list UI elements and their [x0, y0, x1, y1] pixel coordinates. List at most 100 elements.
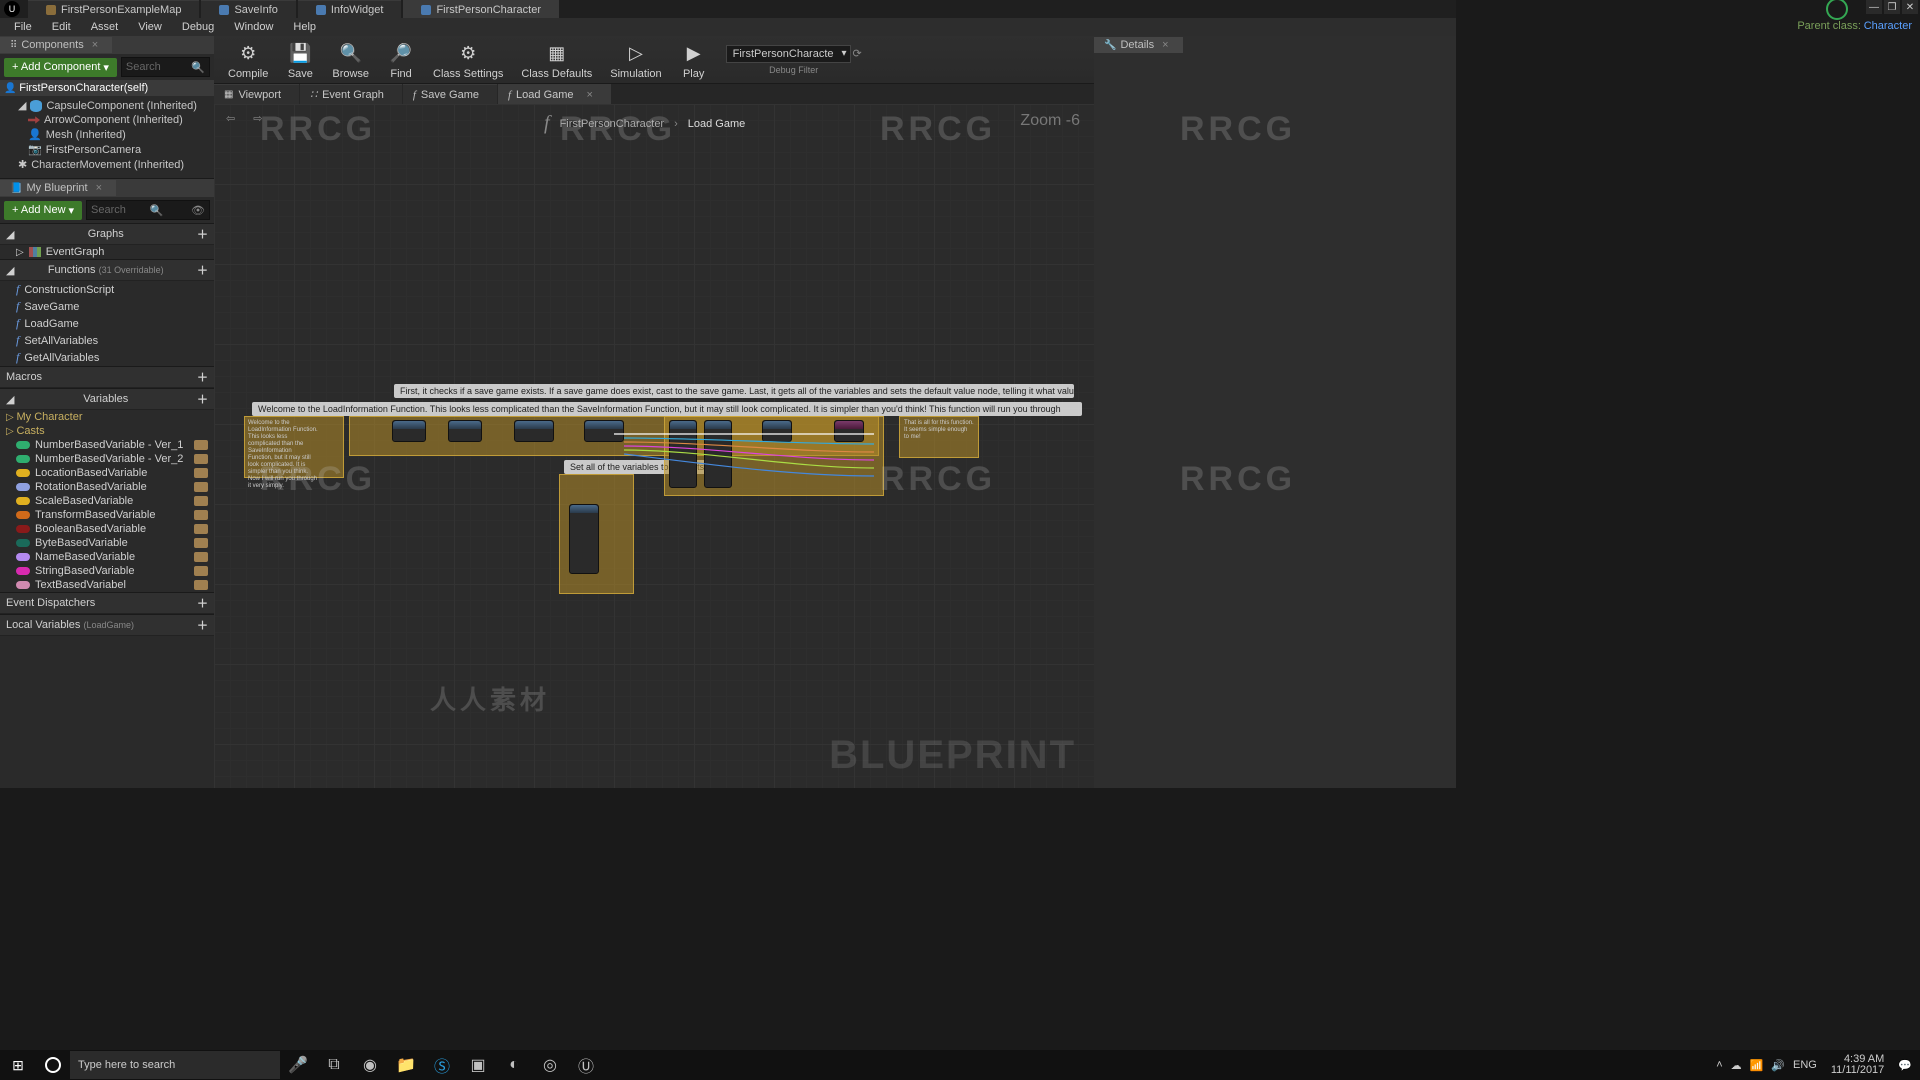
- section-functions[interactable]: ◢Functions (31 Overridable)＋: [0, 259, 214, 281]
- variable-item[interactable]: StringBasedVariable: [0, 564, 214, 578]
- section-locals[interactable]: Local Variables (LoadGame)＋: [0, 614, 214, 636]
- variable-item[interactable]: NameBasedVariable: [0, 550, 214, 564]
- task-epic[interactable]: ▣: [460, 1050, 496, 1080]
- notifications-icon[interactable]: 💬: [1898, 1059, 1912, 1072]
- variable-item[interactable]: NumberBasedVariable - Ver_2: [0, 452, 214, 466]
- bp-node[interactable]: [569, 504, 599, 574]
- section-variables[interactable]: ◢Variables＋: [0, 388, 214, 410]
- bp-node[interactable]: [514, 420, 554, 442]
- edit-icon[interactable]: [194, 440, 208, 450]
- add-icon[interactable]: ＋: [197, 595, 208, 611]
- menu-window[interactable]: Window: [226, 20, 281, 34]
- task-steam[interactable]: ◐: [496, 1050, 532, 1080]
- toolbar-class-settings-button[interactable]: ⚙Class Settings: [425, 37, 511, 82]
- blueprint-search-input[interactable]: Search🔍👁: [86, 200, 210, 220]
- variable-item[interactable]: BooleanBasedVariable: [0, 522, 214, 536]
- fn-loadgame[interactable]: fLoadGame: [0, 315, 214, 332]
- variable-item[interactable]: NumberBasedVariable - Ver_1: [0, 438, 214, 452]
- fn-setallvariables[interactable]: fSetAllVariables: [0, 332, 214, 349]
- edit-icon[interactable]: [194, 496, 208, 506]
- task-explorer[interactable]: 📁: [388, 1050, 424, 1080]
- menu-edit[interactable]: Edit: [44, 20, 79, 34]
- close-button[interactable]: ✕: [1902, 0, 1918, 14]
- graph-eventgraph[interactable]: ▷ EventGraph: [0, 245, 214, 259]
- toolbar-find-button[interactable]: 🔎Find: [379, 37, 423, 82]
- fn-getallvariables[interactable]: fGetAllVariables: [0, 349, 214, 366]
- edit-icon[interactable]: [194, 454, 208, 464]
- cortana-button[interactable]: [36, 1050, 70, 1080]
- variable-item[interactable]: RotationBasedVariable: [0, 480, 214, 494]
- menu-view[interactable]: View: [130, 20, 170, 34]
- bp-node[interactable]: [762, 420, 792, 442]
- close-icon[interactable]: ×: [92, 182, 106, 194]
- add-icon[interactable]: ＋: [197, 369, 208, 385]
- edit-icon[interactable]: [194, 510, 208, 520]
- taskbar-search-input[interactable]: Type here to search: [70, 1051, 280, 1079]
- task-unreal[interactable]: Ⓤ: [568, 1050, 604, 1080]
- task-view-button[interactable]: ⧉: [316, 1050, 352, 1080]
- section-graphs[interactable]: ◢Graphs＋: [0, 223, 214, 245]
- tab-viewport[interactable]: ▦ Viewport: [214, 84, 299, 104]
- tab-loadgame[interactable]: fLoad Game×: [498, 84, 611, 104]
- menu-help[interactable]: Help: [285, 20, 324, 34]
- tray-volume-icon[interactable]: 🔊: [1771, 1059, 1785, 1072]
- components-tab[interactable]: ⠿ Components×: [0, 37, 112, 53]
- edit-icon[interactable]: [194, 468, 208, 478]
- vargroup-mycharacter[interactable]: ▷ My Character: [0, 410, 214, 424]
- fn-constructionscript[interactable]: fConstructionScript: [0, 281, 214, 298]
- close-icon[interactable]: ×: [88, 39, 102, 51]
- start-button[interactable]: ⊞: [0, 1050, 36, 1080]
- variable-item[interactable]: TransformBasedVariable: [0, 508, 214, 522]
- tray-lang-icon[interactable]: ENG: [1793, 1059, 1817, 1071]
- toolbar-class-defaults-button[interactable]: ▦Class Defaults: [513, 37, 600, 82]
- task-skype[interactable]: Ⓢ: [424, 1050, 460, 1080]
- edit-icon[interactable]: [194, 566, 208, 576]
- minimize-button[interactable]: —: [1866, 0, 1882, 14]
- comment-node[interactable]: First, it checks if a save game exists. …: [394, 384, 1074, 398]
- toolbar-play-button[interactable]: ▶Play: [672, 37, 716, 82]
- toolbar-simulation-button[interactable]: ▷Simulation: [602, 37, 669, 82]
- refresh-icon[interactable]: ⟳: [853, 47, 862, 60]
- fn-savegame[interactable]: fSaveGame: [0, 298, 214, 315]
- section-dispatchers[interactable]: Event Dispatchers＋: [0, 592, 214, 614]
- tray-network-icon[interactable]: 📶: [1750, 1059, 1764, 1072]
- bp-node[interactable]: [584, 420, 624, 442]
- edit-icon[interactable]: [194, 524, 208, 534]
- eye-icon[interactable]: 👁: [191, 204, 205, 217]
- editor-tab-infowidget[interactable]: InfoWidget: [298, 0, 402, 18]
- variable-item[interactable]: LocationBasedVariable: [0, 466, 214, 480]
- add-icon[interactable]: ＋: [197, 262, 208, 278]
- debug-filter-dropdown[interactable]: FirstPersonCharacte: [726, 45, 851, 63]
- component-root[interactable]: 👤 FirstPersonCharacter(self): [0, 80, 214, 96]
- add-component-button[interactable]: + Add Component ▾: [4, 58, 117, 77]
- variable-item[interactable]: ScaleBasedVariable: [0, 494, 214, 508]
- editor-tab-saveinfo[interactable]: SaveInfo: [201, 0, 295, 18]
- toolbar-browse-button[interactable]: 🔍Browse: [324, 37, 377, 82]
- menu-asset[interactable]: Asset: [83, 20, 127, 34]
- tree-item-capsule[interactable]: ◢ CapsuleComponent (Inherited): [0, 98, 214, 113]
- add-icon[interactable]: ＋: [197, 617, 208, 633]
- tab-savegame[interactable]: fSave Game: [403, 84, 497, 104]
- close-icon[interactable]: ×: [587, 89, 593, 101]
- bp-node[interactable]: [834, 420, 864, 442]
- tree-item-arrow[interactable]: ArrowComponent (Inherited): [0, 113, 214, 127]
- task-chrome[interactable]: ◉: [352, 1050, 388, 1080]
- toolbar-save-button[interactable]: 💾Save: [278, 37, 322, 82]
- mic-icon[interactable]: 🎤: [280, 1050, 316, 1080]
- bp-node[interactable]: [704, 420, 732, 488]
- toolbar-compile-button[interactable]: ⚙Compile: [220, 37, 276, 82]
- edit-icon[interactable]: [194, 538, 208, 548]
- details-tab[interactable]: 🔧 Details×: [1094, 37, 1183, 53]
- edit-icon[interactable]: [194, 580, 208, 590]
- tree-item-camera[interactable]: 📷 FirstPersonCamera: [0, 142, 214, 157]
- close-icon[interactable]: ×: [1158, 39, 1172, 51]
- nav-back-button[interactable]: ⇦: [226, 112, 235, 125]
- edit-icon[interactable]: [194, 482, 208, 492]
- variable-item[interactable]: ByteBasedVariable: [0, 536, 214, 550]
- tree-item-charmove[interactable]: ✱ CharacterMovement (Inherited): [0, 157, 214, 172]
- add-icon[interactable]: ＋: [197, 391, 208, 407]
- compile-status-icon[interactable]: [1826, 0, 1848, 20]
- breadcrumb-root[interactable]: FirstPersonCharacter: [560, 118, 665, 130]
- tray-onedrive-icon[interactable]: ☁: [1731, 1059, 1742, 1072]
- add-new-button[interactable]: + Add New ▾: [4, 201, 82, 220]
